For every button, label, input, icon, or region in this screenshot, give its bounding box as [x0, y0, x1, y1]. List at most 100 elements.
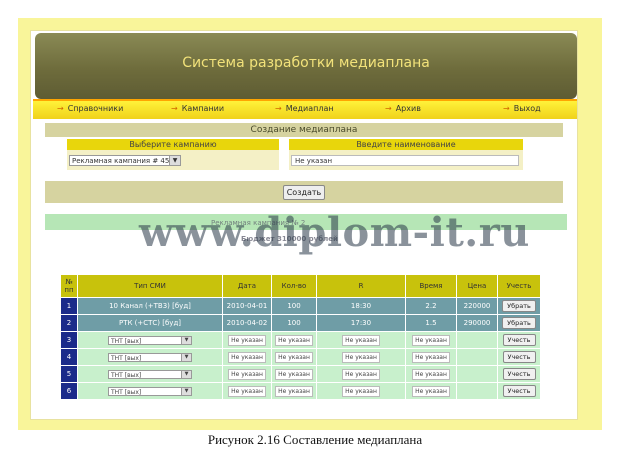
cell-qty: 100 [272, 298, 316, 314]
app-title: Система разработки медиаплана [182, 55, 430, 71]
campaign-select[interactable]: Рекламная кампания # 45 ▼ [69, 155, 181, 166]
cell-r: 17:30 [317, 315, 405, 331]
media-select[interactable]: ТНТ [вых] ▼ [108, 335, 192, 345]
r-input[interactable]: Не указан [342, 385, 380, 397]
menu-item-directories[interactable]: → Справочники [57, 104, 123, 113]
cell-media: 10 Канал (+ТВ3) [буд] [78, 298, 222, 314]
chevron-down-icon: ▼ [169, 156, 180, 165]
menu-item-campaigns[interactable]: → Кампании [171, 104, 224, 113]
table-body: 1 10 Канал (+ТВ3) [буд] 2010-04-01 100 18:30… [61, 298, 540, 399]
time-input[interactable]: Не указан [412, 351, 450, 363]
include-button[interactable]: Учесть [502, 368, 536, 380]
row-number: 6 [61, 383, 77, 399]
row-number: 5 [61, 366, 77, 382]
col-header-media: Тип СМИ [78, 275, 222, 297]
date-input[interactable]: Не указан [228, 334, 266, 346]
cell-price [457, 383, 497, 399]
row-number: 1 [61, 298, 77, 314]
cell-action: Убрать [498, 298, 540, 314]
cell-price: 290000 [457, 315, 497, 331]
cell-r: Не указан [317, 383, 405, 399]
table-row: 2 РТК (+СТС) [буд] 2010-04-02 100 17:30 1.5 29… [61, 315, 540, 331]
cell-media: РТК (+СТС) [буд] [78, 315, 222, 331]
create-bar: Создать [45, 181, 563, 203]
media-select[interactable]: ТНТ [вых] ▼ [108, 369, 192, 379]
cell-time: 2.2 [406, 298, 456, 314]
include-button[interactable]: Учесть [502, 334, 536, 346]
menu-item-exit[interactable]: → Выход [503, 104, 541, 113]
qty-input[interactable]: Не указан [275, 368, 313, 380]
date-input[interactable]: Не указан [228, 368, 266, 380]
r-input[interactable]: Не указан [342, 334, 380, 346]
cell-price [457, 366, 497, 382]
cell-date: Не указан [223, 349, 271, 365]
col-header-time: Время [406, 275, 456, 297]
col-header-qty: Кол-во [272, 275, 316, 297]
arrow-right-icon: → [275, 104, 282, 113]
cell-time: Не указан [406, 366, 456, 382]
cell-time: Не указан [406, 383, 456, 399]
name-input[interactable]: Не указан [291, 155, 519, 166]
col-header-date: Дата [223, 275, 271, 297]
main-menu: → Справочники → Кампании → Медиаплан → Архив… [33, 99, 577, 119]
row-number: 3 [61, 332, 77, 348]
cell-time: Не указан [406, 349, 456, 365]
col-header-action: Учесть [498, 275, 540, 297]
cell-media: ТНТ [вых] ▼ [78, 366, 222, 382]
table-row: 3 ТНТ [вых] ▼ Не указан Не указан Не указан Не… [61, 332, 540, 348]
cell-qty: Не указан [272, 349, 316, 365]
chevron-down-icon: ▼ [181, 370, 191, 378]
time-input[interactable]: Не указан [412, 334, 450, 346]
media-select[interactable]: ТНТ [вых] ▼ [108, 386, 192, 396]
name-header: Введите наименование [289, 139, 523, 150]
cell-action: Учесть [498, 383, 540, 399]
date-input[interactable]: Не указан [228, 351, 266, 363]
date-input[interactable]: Не указан [228, 385, 266, 397]
watermark: www.diplom-it.ru [139, 209, 530, 256]
cell-price [457, 332, 497, 348]
time-input[interactable]: Не указан [412, 385, 450, 397]
include-button[interactable]: Учесть [502, 385, 536, 397]
remove-button[interactable]: Убрать [502, 317, 536, 329]
r-input[interactable]: Не указан [342, 351, 380, 363]
cell-qty: 100 [272, 315, 316, 331]
include-button[interactable]: Учесть [502, 351, 536, 363]
figure-caption: Рисунок 2.16 Составление медиаплана [207, 432, 423, 447]
cell-r: Не указан [317, 366, 405, 382]
menu-item-mediaplan[interactable]: → Медиаплан [275, 104, 334, 113]
cell-date: 2010-04-01 [223, 298, 271, 314]
cell-action: Учесть [498, 332, 540, 348]
cell-r: Не указан [317, 349, 405, 365]
qty-input[interactable]: Не указан [275, 385, 313, 397]
qty-input[interactable]: Не указан [275, 351, 313, 363]
cell-action: Учесть [498, 349, 540, 365]
table-row: 1 10 Канал (+ТВ3) [буд] 2010-04-01 100 18:30… [61, 298, 540, 314]
arrow-right-icon: → [57, 104, 64, 113]
mediaplan-table: № пп Тип СМИ Дата Кол-во R Время Цена Уч… [60, 274, 541, 400]
cell-media: ТНТ [вых] ▼ [78, 349, 222, 365]
cell-qty: Не указан [272, 332, 316, 348]
campaign-panel: Рекламная кампания # 45 ▼ [67, 150, 279, 170]
qty-input[interactable]: Не указан [275, 334, 313, 346]
create-button[interactable]: Создать [283, 185, 325, 200]
menu-item-archive[interactable]: → Архив [385, 104, 421, 113]
chevron-down-icon: ▼ [181, 387, 191, 395]
col-header-price: Цена [457, 275, 497, 297]
col-header-num: № пп [61, 275, 77, 297]
table-header-row: № пп Тип СМИ Дата Кол-во R Время Цена Уч… [61, 275, 540, 297]
cell-media: ТНТ [вых] ▼ [78, 383, 222, 399]
chevron-down-icon: ▼ [181, 336, 191, 344]
time-input[interactable]: Не указан [412, 368, 450, 380]
media-select[interactable]: ТНТ [вых] ▼ [108, 352, 192, 362]
cell-r: Не указан [317, 332, 405, 348]
cell-price [457, 349, 497, 365]
col-header-r: R [317, 275, 405, 297]
r-input[interactable]: Не указан [342, 368, 380, 380]
app-header: Система разработки медиаплана [35, 33, 577, 99]
name-panel: Не указан [289, 150, 523, 170]
arrow-right-icon: → [503, 104, 510, 113]
campaign-header: Выберите кампанию [67, 139, 279, 150]
remove-button[interactable]: Убрать [502, 300, 536, 312]
cell-r: 18:30 [317, 298, 405, 314]
cell-time: 1.5 [406, 315, 456, 331]
